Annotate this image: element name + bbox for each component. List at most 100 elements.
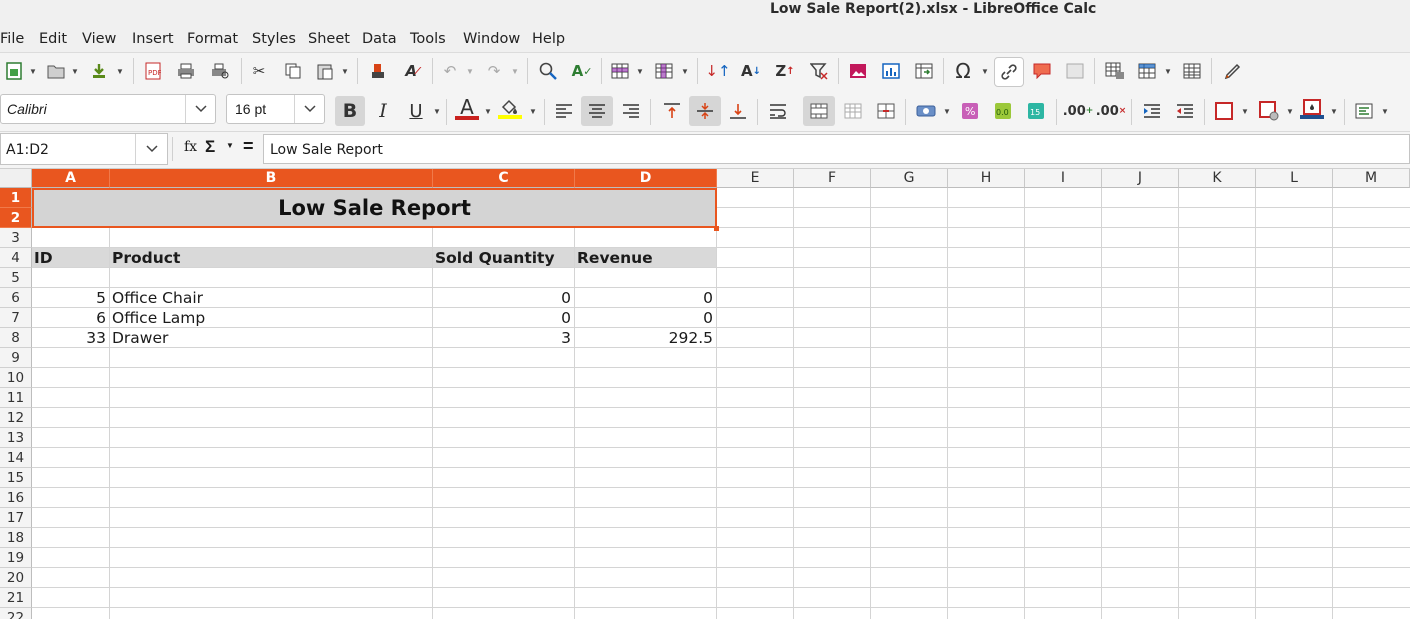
row-header-20[interactable]: 20 — [0, 568, 32, 588]
center-vertically-icon[interactable] — [689, 96, 721, 126]
comment-icon[interactable] — [1030, 59, 1054, 83]
sort-icon[interactable]: ↓ ↑ — [705, 59, 730, 83]
id-cell[interactable]: 5 — [32, 288, 109, 308]
find-replace-icon[interactable] — [536, 59, 560, 83]
chevron-down-icon[interactable] — [185, 95, 216, 123]
product-cell[interactable]: Office Lamp — [110, 308, 432, 328]
save-icon[interactable] — [87, 59, 111, 83]
row-header-17[interactable]: 17 — [0, 508, 32, 528]
row-header-4[interactable]: 4 — [0, 248, 32, 268]
border-color-icon[interactable] — [1300, 97, 1324, 121]
row-header-3[interactable]: 3 — [0, 228, 32, 248]
clone-formatting-icon[interactable] — [366, 59, 390, 83]
revenue-cell[interactable]: 0 — [575, 288, 716, 308]
row-header-10[interactable]: 10 — [0, 368, 32, 388]
formula-icon[interactable]: = — [243, 136, 254, 157]
row-header-16[interactable]: 16 — [0, 488, 32, 508]
column-header-e[interactable]: E — [717, 169, 794, 188]
redo-dropdown-icon[interactable]: ▼ — [511, 59, 519, 83]
clear-formatting-icon[interactable]: A ⁄ — [400, 59, 424, 83]
align-bottom-icon[interactable] — [726, 99, 750, 123]
highlight-dropdown-icon[interactable]: ▼ — [529, 99, 537, 123]
undo-dropdown-icon[interactable]: ▼ — [466, 59, 474, 83]
hyperlink-icon[interactable] — [994, 57, 1024, 87]
currency-format-icon[interactable] — [914, 99, 938, 123]
font-name-box[interactable]: Calibri — [0, 94, 216, 124]
paste-dropdown-icon[interactable]: ▼ — [341, 59, 349, 83]
open-dropdown-icon[interactable]: ▼ — [71, 59, 79, 83]
conditional-dropdown-icon[interactable]: ▼ — [1381, 99, 1389, 123]
header-revenue-cell[interactable]: Revenue — [575, 248, 716, 268]
border-style-icon[interactable] — [1257, 99, 1281, 123]
highlight-color-icon[interactable] — [498, 97, 522, 121]
menu-format[interactable]: Format — [187, 31, 238, 47]
header-sold-quantity-cell[interactable]: Sold Quantity — [433, 248, 574, 268]
column-dropdown-icon[interactable]: ▼ — [681, 59, 689, 83]
row-header-5[interactable]: 5 — [0, 268, 32, 288]
paste-icon[interactable] — [313, 59, 337, 83]
percent-format-icon[interactable]: % — [958, 99, 982, 123]
border-style-dropdown-icon[interactable]: ▼ — [1286, 99, 1294, 123]
sold-quantity-cell[interactable]: 0 — [433, 288, 574, 308]
align-right-icon[interactable] — [619, 99, 643, 123]
cut-icon[interactable]: ✂ — [247, 59, 271, 83]
undo-icon[interactable]: ↶ — [438, 59, 462, 83]
number-format-icon[interactable]: 0.0 — [991, 99, 1015, 123]
currency-dropdown-icon[interactable]: ▼ — [943, 99, 951, 123]
border-color-dropdown-icon[interactable]: ▼ — [1330, 99, 1338, 123]
new-dropdown-icon[interactable]: ▼ — [29, 59, 37, 83]
freeze-rows-columns-icon[interactable] — [1135, 59, 1159, 83]
menu-styles[interactable]: Styles — [252, 31, 296, 47]
column-header-b[interactable]: B — [110, 169, 433, 188]
align-center-icon[interactable] — [581, 96, 613, 126]
add-decimal-place-icon[interactable]: .00 + — [1063, 99, 1094, 123]
show-draw-functions-icon[interactable] — [1221, 59, 1245, 83]
formula-input[interactable]: Low Sale Report — [263, 134, 1410, 164]
sort-ascending-icon[interactable]: A ↓ — [739, 59, 763, 83]
column-header-h[interactable]: H — [948, 169, 1025, 188]
special-character-dropdown-icon[interactable]: ▼ — [981, 59, 989, 83]
pivot-table-icon[interactable] — [912, 59, 936, 83]
fill-handle[interactable] — [714, 226, 719, 231]
function-wizard-icon[interactable]: fx — [184, 139, 197, 155]
print-icon[interactable] — [174, 59, 198, 83]
menu-tools[interactable]: Tools — [410, 31, 446, 47]
align-left-icon[interactable] — [552, 99, 576, 123]
font-color-icon[interactable]: A — [455, 97, 479, 121]
row-header-6[interactable]: 6 — [0, 288, 32, 308]
column-header-d[interactable]: D — [575, 169, 717, 188]
row-header-11[interactable]: 11 — [0, 388, 32, 408]
column-header-f[interactable]: F — [794, 169, 871, 188]
increase-indent-icon[interactable] — [1140, 99, 1164, 123]
row-header-7[interactable]: 7 — [0, 308, 32, 328]
menu-view[interactable]: View — [82, 31, 116, 47]
save-dropdown-icon[interactable]: ▼ — [116, 59, 124, 83]
report-title-cell[interactable]: Low Sale Report — [32, 188, 717, 228]
row-icon[interactable] — [608, 59, 632, 83]
sold-quantity-cell[interactable]: 0 — [433, 308, 574, 328]
menu-file[interactable]: File — [0, 31, 24, 47]
copy-icon[interactable] — [281, 59, 305, 83]
align-top-icon[interactable] — [660, 99, 684, 123]
open-folder-icon[interactable] — [44, 59, 68, 83]
row-header-15[interactable]: 15 — [0, 468, 32, 488]
autofilter-icon[interactable] — [807, 59, 831, 83]
redo-icon[interactable]: ↷ — [482, 59, 506, 83]
special-character-icon[interactable]: Ω — [951, 59, 975, 83]
chevron-down-icon[interactable] — [294, 95, 325, 123]
select-all-corner[interactable] — [0, 169, 32, 188]
row-header-14[interactable]: 14 — [0, 448, 32, 468]
menu-sheet[interactable]: Sheet — [308, 31, 350, 47]
sum-dropdown-icon[interactable]: ▼ — [226, 141, 234, 150]
menu-data[interactable]: Data — [362, 31, 397, 47]
decrease-indent-icon[interactable] — [1173, 99, 1197, 123]
revenue-cell[interactable]: 0 — [575, 308, 716, 328]
menu-window[interactable]: Window — [463, 31, 520, 47]
row-header-19[interactable]: 19 — [0, 548, 32, 568]
sold-quantity-cell[interactable]: 3 — [433, 328, 574, 348]
merge-cells-icon[interactable] — [841, 99, 865, 123]
underline-dropdown-icon[interactable]: ▼ — [433, 99, 441, 123]
row-header-12[interactable]: 12 — [0, 408, 32, 428]
borders-dropdown-icon[interactable]: ▼ — [1241, 99, 1249, 123]
product-cell[interactable]: Drawer — [110, 328, 432, 348]
